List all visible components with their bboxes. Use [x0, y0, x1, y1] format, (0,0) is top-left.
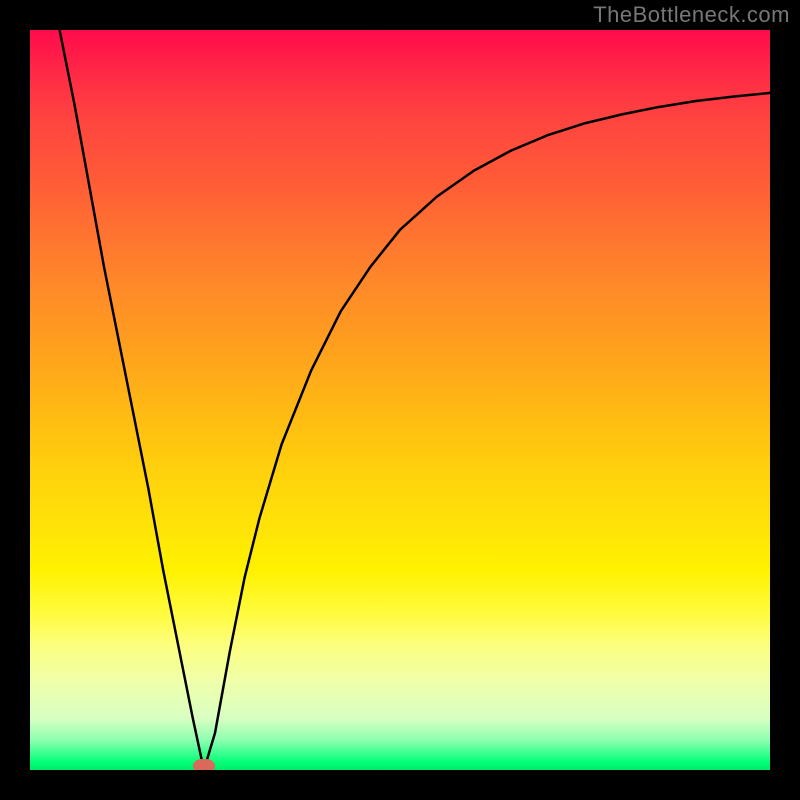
curve-path [60, 30, 770, 770]
line-chart-svg [30, 30, 770, 770]
chart-frame: TheBottleneck.com [0, 0, 800, 800]
plot-area [30, 30, 770, 770]
watermark-text: TheBottleneck.com [593, 2, 790, 28]
minimum-marker [193, 759, 215, 770]
